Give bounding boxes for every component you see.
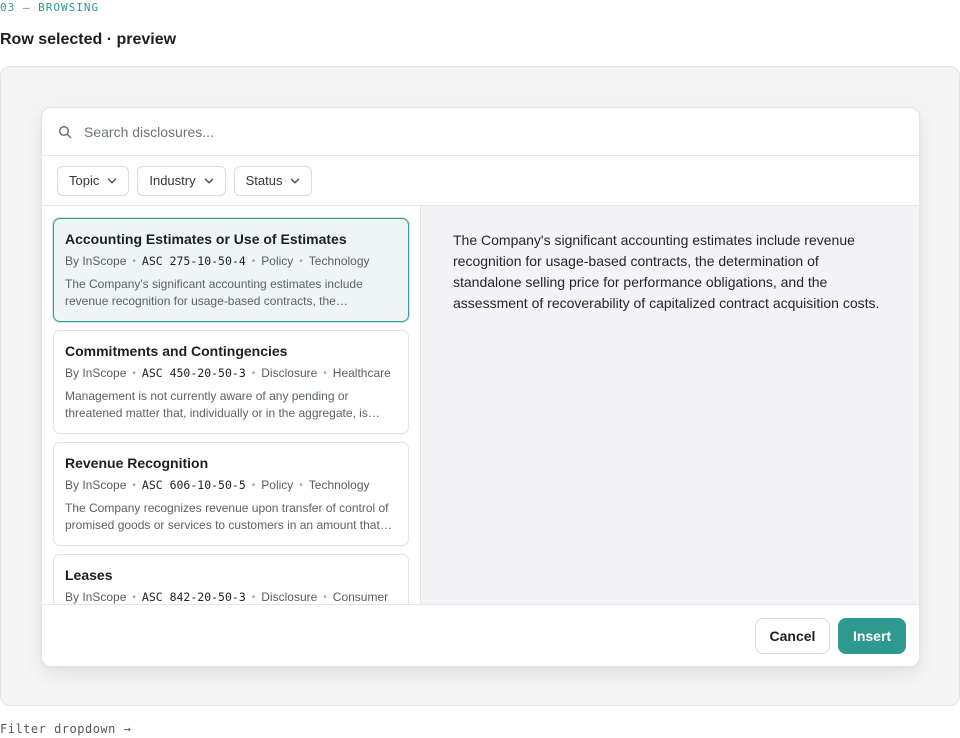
result-type: Policy (261, 254, 294, 268)
result-meta: By InScope • ASC 606-10-50-5 • Policy • Tec… (65, 478, 370, 492)
result-code: ASC 606-10-50-5 (141, 478, 246, 492)
chevron-down-icon (108, 178, 117, 183)
result-meta: By InScope • ASC 842-20-50-3 • Disclosure •… (65, 590, 389, 604)
result-code: ASC 450-20-50-3 (141, 366, 246, 380)
filter-label: Topic (69, 173, 100, 188)
result-excerpt: The Company's significant accounting est… (65, 277, 363, 308)
page-title: Row selected · preview (0, 31, 177, 48)
result-excerpt: The Company recognizes revenue upon tran… (65, 501, 389, 532)
search-icon (58, 125, 72, 138)
preview-pane: The Company's significant accounting est… (421, 206, 919, 604)
result-row[interactable]: Revenue Recognition By InScope • ASC 606-… (53, 442, 409, 546)
filter-label: Industry (149, 173, 196, 188)
section-eyebrow: 03 — BROWSING (0, 1, 100, 14)
result-industry: Healthcare (332, 366, 391, 380)
disclosure-picker-modal: Topic Industry Status Accounting Estimat… (41, 107, 920, 667)
result-excerpt: Management is not currently aware of any… (65, 389, 368, 420)
filter-label: Status (245, 173, 283, 188)
result-type: Policy (261, 478, 294, 492)
result-meta: By InScope • ASC 450-20-50-3 • Disclosure •… (65, 366, 391, 380)
result-industry: Consumer (332, 590, 389, 604)
result-type: Disclosure (261, 366, 318, 380)
result-code: ASC 275-10-50-4 (141, 254, 246, 268)
cancel-button[interactable]: Cancel (755, 618, 830, 654)
result-industry: Technology (308, 478, 370, 492)
result-row[interactable]: Commitments and Contingencies By InScope… (53, 330, 409, 434)
result-title: Accounting Estimates or Use of Estimates (65, 231, 347, 247)
search-bar (42, 108, 919, 156)
filter-industry[interactable]: Industry (137, 165, 226, 196)
result-author: By InScope (65, 478, 127, 492)
chevron-down-icon (204, 178, 213, 183)
result-title: Leases (65, 567, 113, 583)
chevron-down-icon (291, 178, 300, 183)
filter-status[interactable]: Status (233, 165, 313, 196)
result-title: Commitments and Contingencies (65, 343, 288, 359)
result-row[interactable]: Leases By InScope • ASC 842-20-50-3 • Disc… (53, 554, 409, 604)
result-meta: By InScope • ASC 275-10-50-4 • Policy • Tec… (65, 254, 370, 268)
result-code: ASC 842-20-50-3 (141, 590, 246, 604)
insert-button[interactable]: Insert (838, 618, 906, 654)
result-industry: Technology (308, 254, 370, 268)
result-type: Disclosure (261, 590, 318, 604)
result-author: By InScope (65, 366, 127, 380)
preview-stage: Topic Industry Status Accounting Estimat… (0, 66, 960, 706)
search-input[interactable] (84, 123, 684, 140)
filter-bar: Topic Industry Status (42, 156, 919, 206)
result-row-selected[interactable]: Accounting Estimates or Use of Estimates… (53, 218, 409, 322)
results-list[interactable]: Accounting Estimates or Use of Estimates… (42, 206, 421, 604)
result-title: Revenue Recognition (65, 455, 209, 471)
filter-topic[interactable]: Topic (57, 165, 130, 196)
next-section-link[interactable]: Filter dropdown → (0, 722, 131, 736)
modal-footer: Cancel Insert (42, 604, 919, 666)
preview-text: The Company's significant accounting est… (453, 232, 880, 311)
result-author: By InScope (65, 590, 127, 604)
result-author: By InScope (65, 254, 127, 268)
